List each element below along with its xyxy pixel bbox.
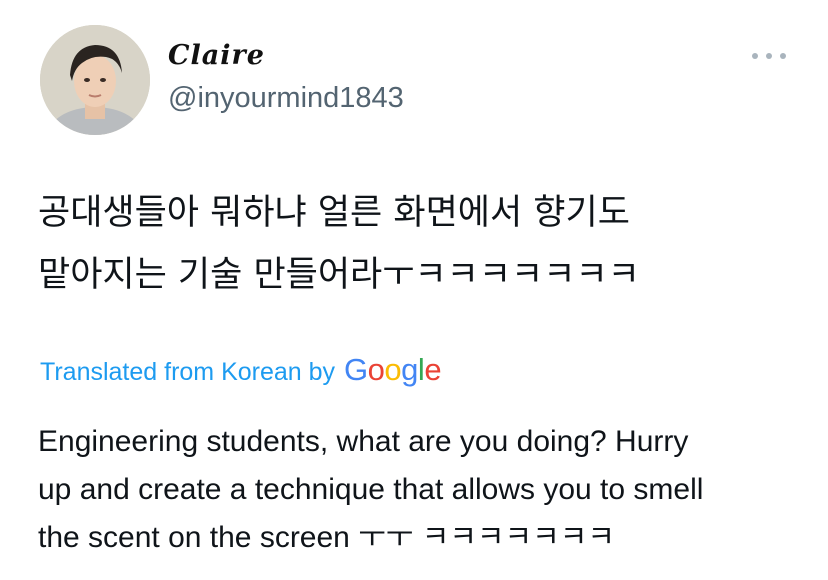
- tweet-text: 공대생들아 뭐하냐 얼른 화면에서 향기도 맡아지는 기술 만들어라ㅜㅋㅋㅋㅋㅋ…: [38, 182, 808, 306]
- display-name[interactable]: Claire: [168, 40, 265, 71]
- tweet-text-line: 맡아지는 기술 만들어라ㅜㅋㅋㅋㅋㅋㅋㅋ: [38, 255, 640, 295]
- translated-text-line: up and create a technique that allows yo…: [38, 473, 704, 506]
- translated-from-link[interactable]: Translated from Korean by: [40, 358, 335, 387]
- google-logo-letter: o: [367, 352, 385, 387]
- user-handle[interactable]: @inyourmind1843: [168, 82, 404, 115]
- google-logo: Google: [344, 352, 442, 388]
- more-options-button[interactable]: [752, 46, 786, 66]
- more-horizontal-icon-dot: [766, 53, 772, 59]
- google-logo-letter: g: [401, 352, 418, 387]
- tweet-text-line: 공대생들아 뭐하냐 얼른 화면에서 향기도: [38, 193, 630, 233]
- tweet-card: Claire @inyourmind1843 공대생들아 뭐하냐 얼른 화면에서…: [0, 0, 828, 580]
- translation-attribution: Translated from Korean by Google: [40, 352, 442, 388]
- google-logo-letter: G: [344, 352, 368, 387]
- google-logo-letter: e: [424, 352, 442, 387]
- translated-text: Engineering students, what are you doing…: [38, 418, 808, 562]
- avatar[interactable]: [40, 25, 150, 135]
- more-horizontal-icon-dot: [780, 53, 786, 59]
- avatar-photo: [40, 25, 150, 135]
- translated-text-line: Engineering students, what are you doing…: [38, 425, 689, 458]
- google-logo-letter: o: [384, 352, 402, 387]
- more-horizontal-icon: [752, 53, 758, 59]
- translated-text-line: the scent on the screen ㅜㅜ ㅋㅋㅋㅋㅋㅋㅋ: [38, 521, 615, 554]
